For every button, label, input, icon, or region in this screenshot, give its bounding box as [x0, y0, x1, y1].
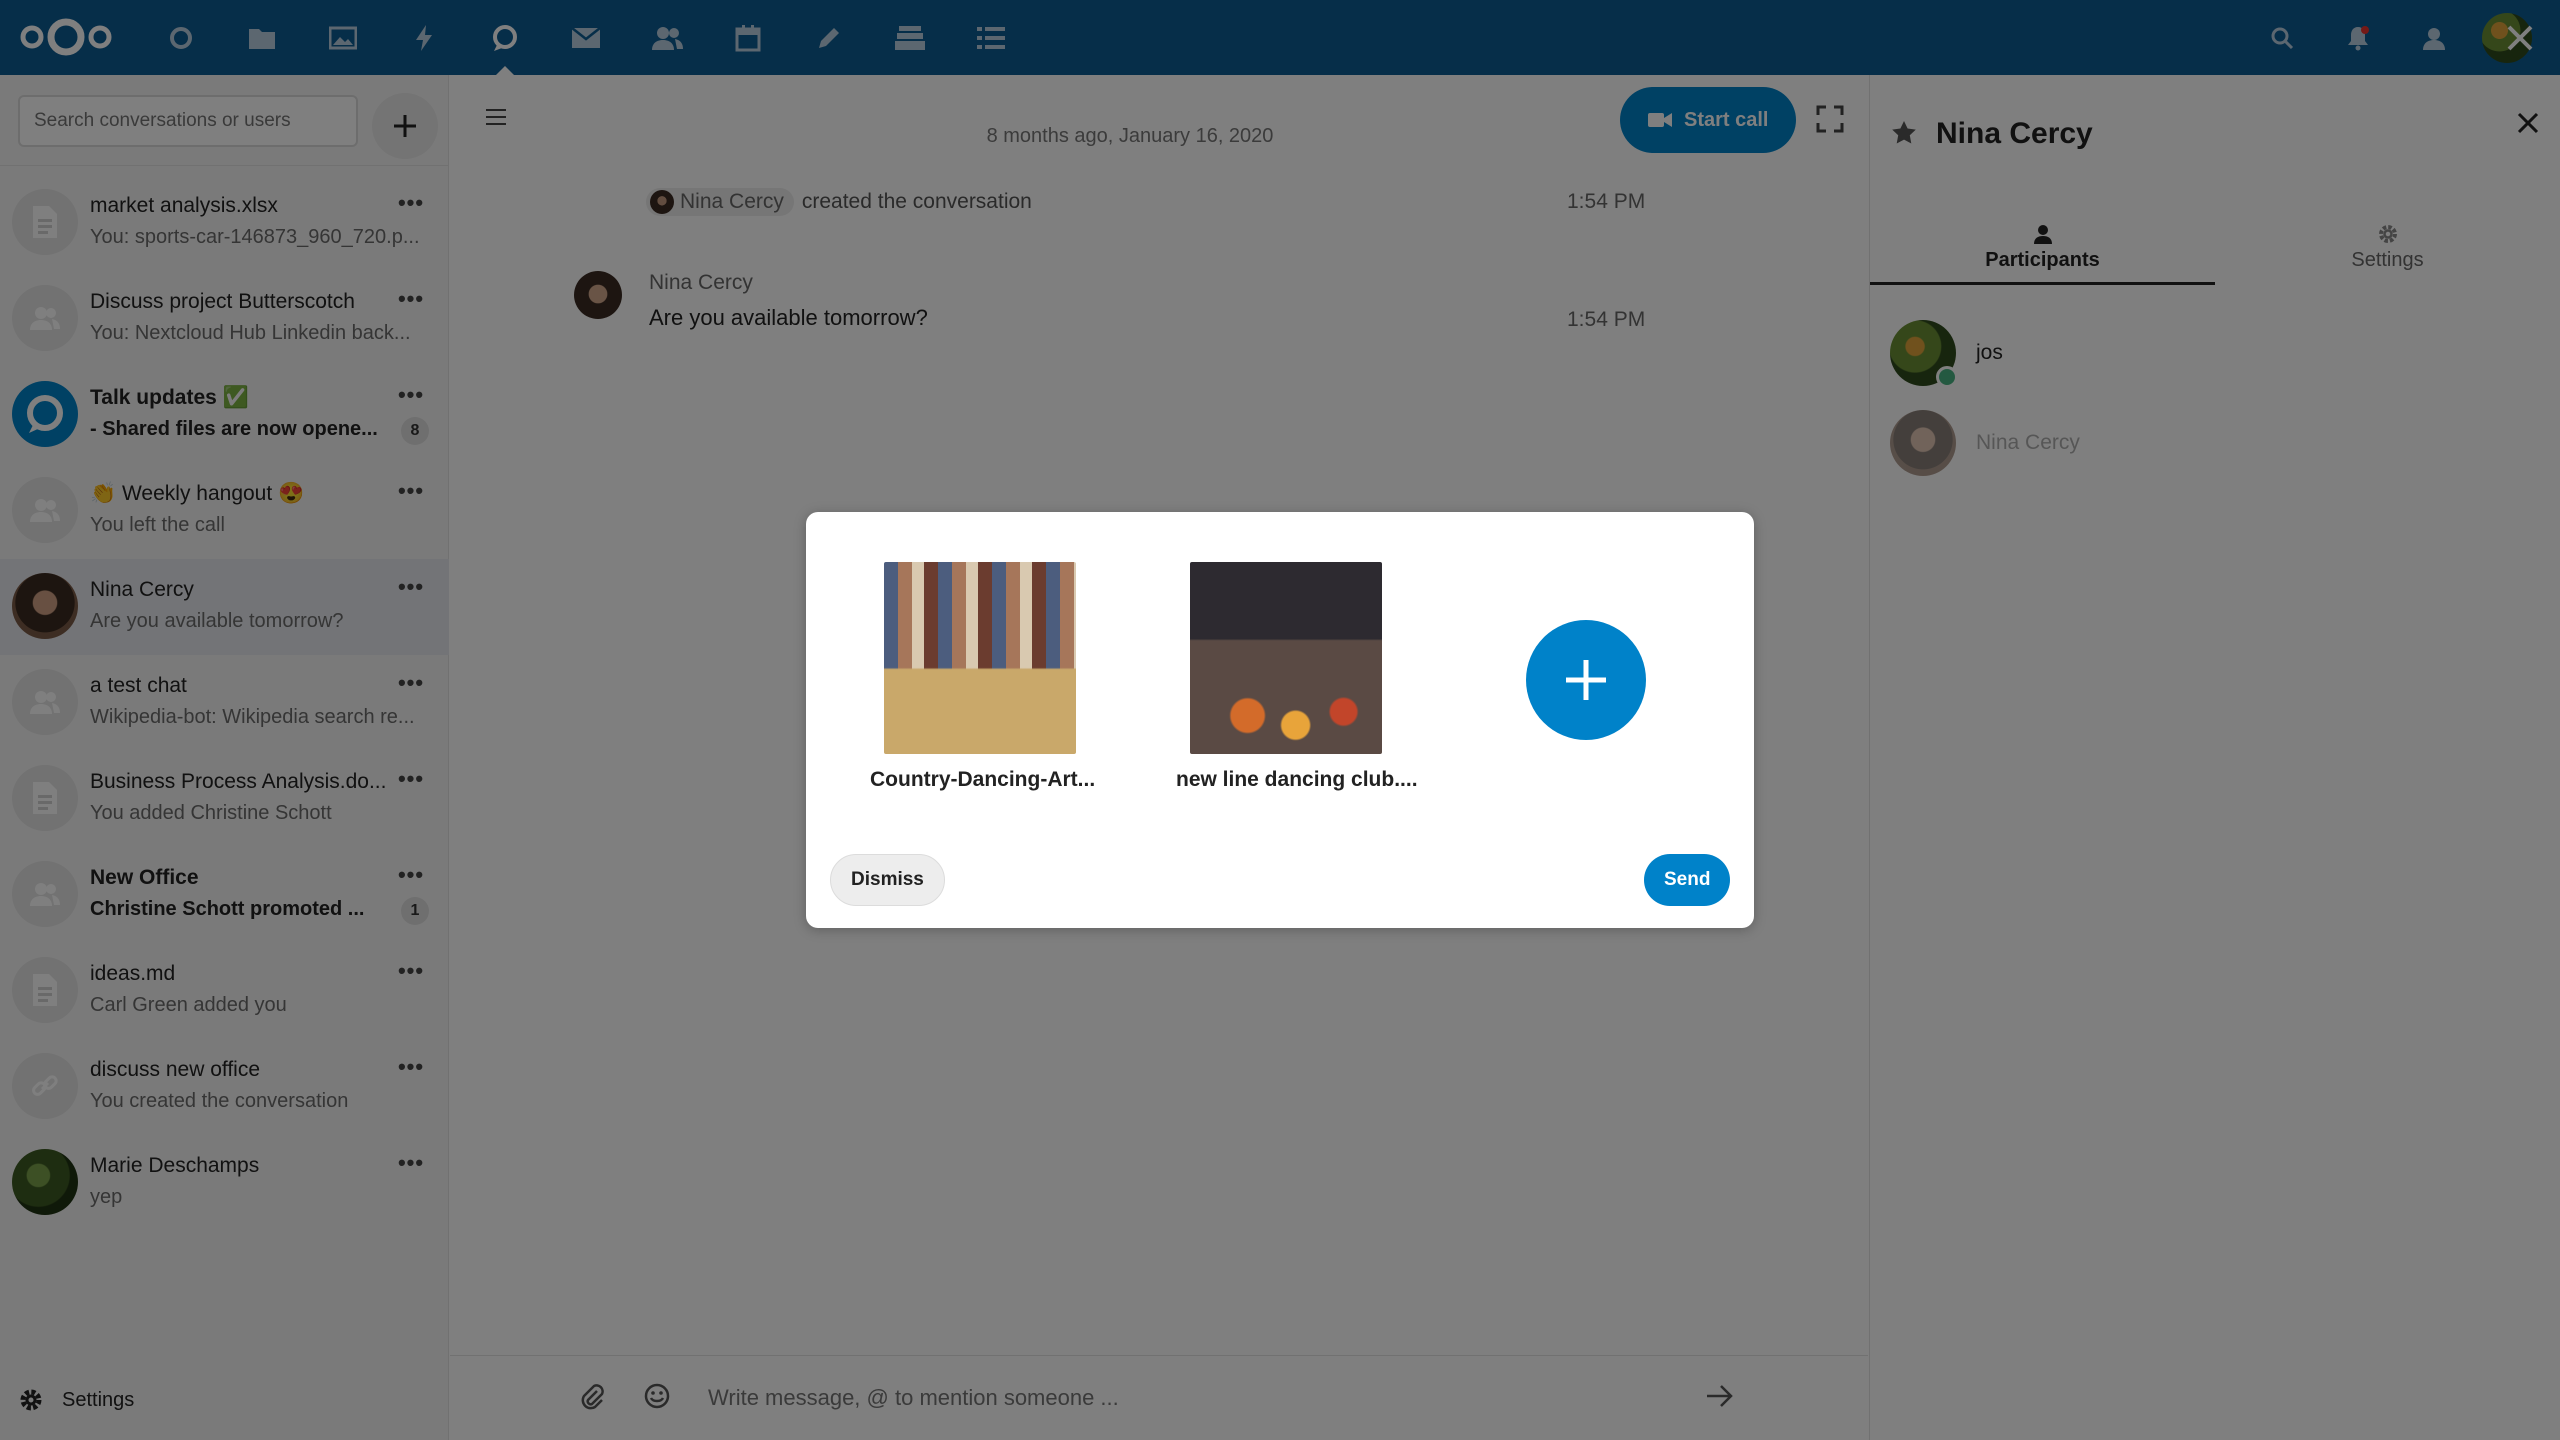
plus-icon	[1566, 660, 1606, 700]
file-thumbnail	[1190, 562, 1382, 754]
file-name: Country-Dancing-Art...	[870, 768, 1096, 791]
send-button[interactable]: Send	[1644, 854, 1731, 906]
upload-files-dialog: Country-Dancing-Art... new line dancing …	[806, 512, 1754, 928]
file-preview[interactable]: Country-Dancing-Art...	[870, 562, 1096, 792]
dismiss-button[interactable]: Dismiss	[830, 854, 945, 906]
add-more-files-button[interactable]	[1526, 620, 1646, 740]
file-preview[interactable]: new line dancing club....	[1176, 562, 1418, 792]
file-thumbnail	[884, 562, 1076, 754]
file-name: new line dancing club....	[1176, 768, 1418, 791]
